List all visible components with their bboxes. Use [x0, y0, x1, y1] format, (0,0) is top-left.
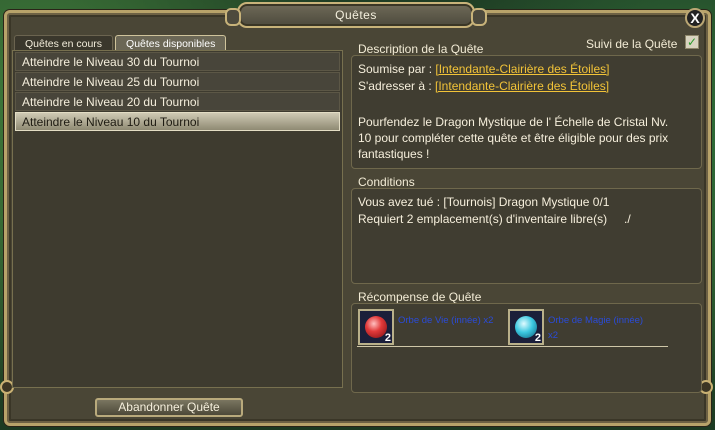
red-orb-icon [365, 316, 387, 338]
submitted-by-npc-link[interactable]: [Intendante-Clairière des Étoiles] [435, 62, 609, 76]
abandon-quest-button[interactable]: Abandonner Quête [95, 398, 243, 417]
tab-quests-in-progress[interactable]: Quêtes en cours [14, 35, 114, 51]
reward-quantity: 2 [384, 332, 391, 344]
quest-description-text: Pourfendez le Dragon Mystique de l' Éche… [358, 115, 669, 161]
submitted-by-row: Soumise par : [Intendante-Clairière des … [358, 62, 609, 76]
rewards-header: Récompense de Quête [358, 290, 482, 304]
conditions-header: Conditions [358, 175, 415, 189]
window-title: Quêtes [225, 2, 487, 28]
submitted-by-label: Soumise par : [358, 62, 433, 76]
rewards-divider [357, 346, 668, 347]
quest-list-item[interactable]: Atteindre le Niveau 30 du Tournoi [15, 52, 340, 71]
condition-kill-line: Vous avez tué : [Tournois] Dragon Mystiq… [358, 195, 610, 209]
address-to-label: S'adresser à : [358, 79, 432, 93]
reward-slot-life-orb[interactable]: 2 [358, 309, 394, 345]
quest-tabs: Quêtes en cours Quêtes disponibles [14, 35, 227, 51]
condition-inventory-line: Requiert 2 emplacement(s) d'inventaire l… [358, 212, 608, 226]
reward-name-magic-orb: Orbe de Magie (innée) [548, 315, 644, 326]
reward-name-life-orb: Orbe de Vie (innée) x2 [398, 315, 494, 326]
reward-name-magic-orb-count: x2 [548, 330, 559, 341]
track-quest-checkbox[interactable]: ✓ [685, 35, 699, 49]
track-quest-label: Suivi de la Quête [586, 37, 678, 51]
blue-orb-icon [515, 316, 537, 338]
address-to-npc-link[interactable]: [Intendante-Clairière des Étoiles] [435, 79, 609, 93]
tab-available-quests[interactable]: Quêtes disponibles [115, 35, 227, 51]
quest-list: Atteindre le Niveau 30 du Tournoi Attein… [12, 50, 343, 388]
quest-list-item[interactable]: Atteindre le Niveau 20 du Tournoi [15, 92, 340, 111]
close-button[interactable]: X [685, 8, 705, 28]
reward-quantity: 2 [534, 332, 541, 344]
address-to-row: S'adresser à : [Intendante-Clairière des… [358, 79, 609, 93]
quest-list-item-selected[interactable]: Atteindre le Niveau 10 du Tournoi [15, 112, 340, 131]
description-header: Description de la Quête [358, 42, 484, 56]
condition-complete-check: ./ [624, 212, 631, 226]
quest-list-item[interactable]: Atteindre le Niveau 25 du Tournoi [15, 72, 340, 91]
reward-slot-magic-orb[interactable]: 2 [508, 309, 544, 345]
